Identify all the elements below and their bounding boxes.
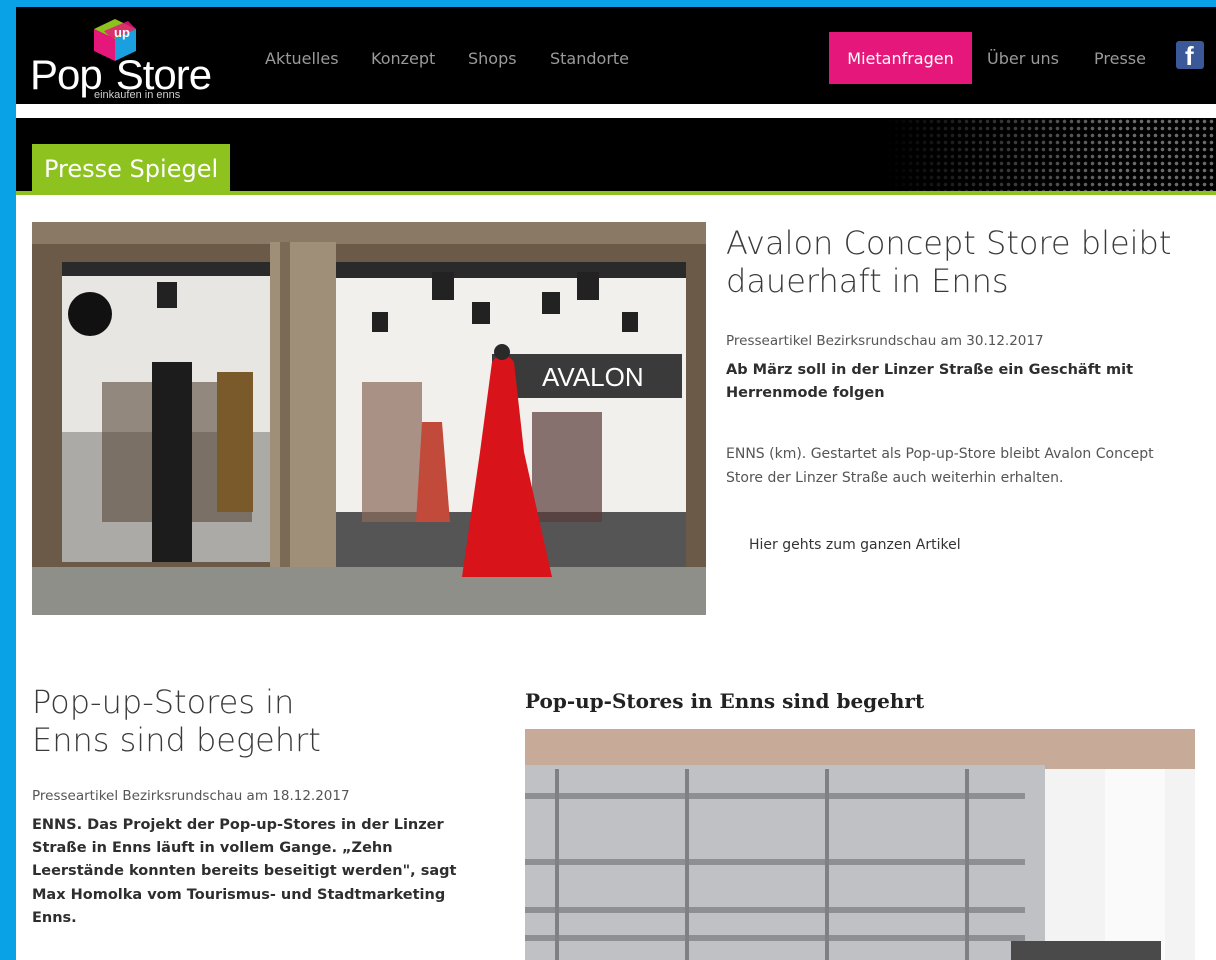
- article-image-empty-shop: [525, 729, 1195, 960]
- nav-item-standorte[interactable]: Standorte: [550, 49, 629, 68]
- nav-divider: [16, 104, 1216, 118]
- nav-item-ueber-uns[interactable]: Über uns: [987, 49, 1059, 68]
- nav-item-konzept[interactable]: Konzept: [371, 49, 435, 68]
- article-meta: Presseartikel Bezirksrundschau am 30.12.…: [726, 333, 1044, 349]
- site-logo[interactable]: up Pop Store einkaufen in enns: [30, 13, 230, 101]
- section-underline: [16, 191, 1216, 195]
- article-headline: Pop-up-Stores in Enns sind begehrt: [32, 683, 321, 760]
- logo-tagline: einkaufen in enns: [94, 89, 181, 101]
- nav-item-mietanfragen[interactable]: Mietanfragen: [829, 32, 972, 84]
- storefront-illustration: AVALON: [32, 222, 706, 615]
- article-read-more-link[interactable]: Hier gehts zum ganzen Artikel: [749, 537, 961, 553]
- nav-item-shops[interactable]: Shops: [468, 49, 517, 68]
- nav-item-aktuelles[interactable]: Aktuelles: [265, 49, 339, 68]
- store-sign-text: AVALON: [542, 362, 644, 392]
- article-body: ENNS (km). Gestartet als Pop-up-Store bl…: [726, 446, 1154, 486]
- article-image-avalon-storefront: AVALON: [32, 222, 706, 615]
- empty-shop-illustration: [525, 729, 1195, 960]
- logo-badge-text: up: [114, 25, 130, 40]
- top-navigation: up Pop Store einkaufen in enns Aktuelles …: [16, 7, 1216, 104]
- browser-viewport: up Pop Store einkaufen in enns Aktuelles …: [16, 7, 1216, 960]
- logo-word-pop: Pop: [30, 51, 103, 98]
- nav-item-presse[interactable]: Presse: [1094, 49, 1146, 68]
- dot-pattern-decoration: [886, 118, 1216, 194]
- article-side-title: Pop-up-Stores in Enns sind begehrt: [525, 689, 925, 713]
- facebook-icon[interactable]: f: [1176, 41, 1204, 69]
- article-headline: Avalon Concept Store bleibt dauerhaft in…: [726, 224, 1172, 301]
- article-meta: Presseartikel Bezirksrundschau am 18.12.…: [32, 788, 350, 804]
- article-lead: ENNS. Das Projekt der Pop-up-Stores in d…: [32, 817, 457, 926]
- section-title: Presse Spiegel: [32, 144, 231, 194]
- article-lead: Ab März soll in der Linzer Straße ein Ge…: [726, 362, 1134, 402]
